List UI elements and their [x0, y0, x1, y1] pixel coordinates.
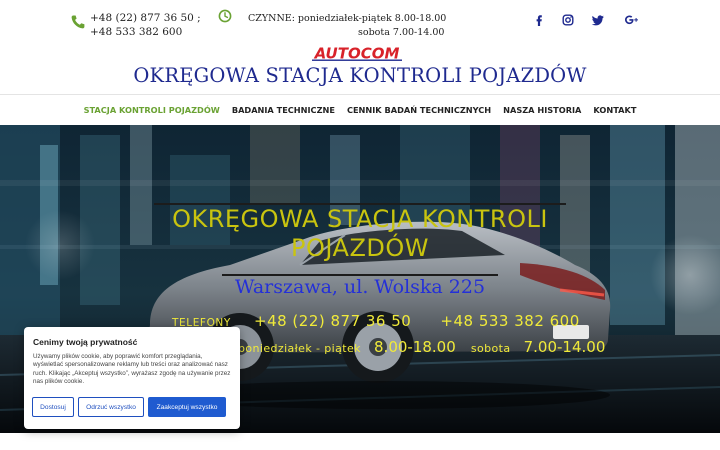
cookie-title: Cenimy twoją prywatność — [33, 337, 138, 347]
cookie-customize-button[interactable]: Dostosuj — [32, 397, 74, 417]
nav-item-kontakt[interactable]: KONTAKT — [593, 105, 636, 115]
hero-title-line-2: POJAZDÓW — [291, 234, 429, 262]
cookie-text: Używamy plików cookie, aby poprawić komf… — [33, 353, 231, 386]
header-phones: +48 (22) 877 36 50 ; +48 533 382 600 — [90, 11, 201, 39]
instagram-icon[interactable] — [561, 13, 575, 27]
clock-icon — [218, 9, 232, 23]
cookie-buttons: Dostosuj Odrzuć wszystko Zaakceptuj wszy… — [32, 397, 226, 417]
hero-saturday-hours: 7.00-14.00 — [523, 338, 606, 356]
header-phone-1[interactable]: +48 (22) 877 36 50 ; — [90, 11, 201, 25]
hero-opening-hours: poniedziałek - piątek 8.00-18.00 sobota … — [238, 337, 605, 356]
phone-icon — [71, 15, 85, 29]
page-bottom-strip — [0, 433, 720, 450]
hero-title-line-1: OKRĘGOWA STACJA KONTROLI — [172, 205, 548, 233]
twitter-icon[interactable] — [591, 13, 605, 27]
hero-weekday-label: poniedziałek - piątek — [238, 342, 361, 355]
cookie-accept-button[interactable]: Zaakceptuj wszystko — [148, 397, 226, 417]
nav-item-badania-techniczne[interactable]: BADANIA TECHNICZNE — [232, 105, 335, 115]
site-title: OKRĘGOWA STACJA KONTROLI POJAZDÓW — [133, 64, 587, 87]
hero-phone-1[interactable]: +48 (22) 877 36 50 — [254, 312, 411, 330]
logo-text: AUTOCOM — [314, 45, 400, 63]
hero-saturday-label: sobota — [470, 342, 511, 355]
top-info-bar: +48 (22) 877 36 50 ; +48 533 382 600 CZY… — [0, 0, 720, 44]
nav-item-cennik[interactable]: CENNIK BADAŃ TECHNICZNYCH — [347, 105, 491, 115]
cookie-reject-button[interactable]: Odrzuć wszystko — [78, 397, 144, 417]
nav-item-stacja-kontroli[interactable]: STACJA KONTROLI POJAZDÓW — [84, 105, 220, 115]
main-navigation: STACJA KONTROLI POJAZDÓW BADANIA TECHNIC… — [0, 95, 720, 125]
header-opening-hours: CZYNNE: poniedziałek-piątek 8.00-18.00 s… — [248, 12, 446, 40]
facebook-icon[interactable] — [532, 13, 546, 27]
header-hours-weekdays: CZYNNE: poniedziałek-piątek 8.00-18.00 — [248, 13, 447, 24]
header-hours-saturday: sobota 7.00-14.00 — [358, 27, 445, 38]
header-phone-2[interactable]: +48 533 382 600 — [90, 25, 201, 39]
autocom-logo[interactable]: AUTOCOM — [309, 44, 405, 62]
hero-phone-2[interactable]: +48 533 382 600 — [440, 312, 579, 330]
cookie-consent-banner: Cenimy twoją prywatność Używamy plików c… — [24, 327, 240, 429]
hero-weekday-hours: 8.00-18.00 — [374, 338, 456, 356]
hero-address: Warszawa, ul. Wolska 225 — [234, 276, 486, 298]
google-plus-icon[interactable] — [624, 13, 640, 27]
nav-item-nasza-historia[interactable]: NASZA HISTORIA — [503, 105, 581, 115]
hero-title: OKRĘGOWA STACJA KONTROLI POJAZDÓW — [150, 205, 570, 263]
